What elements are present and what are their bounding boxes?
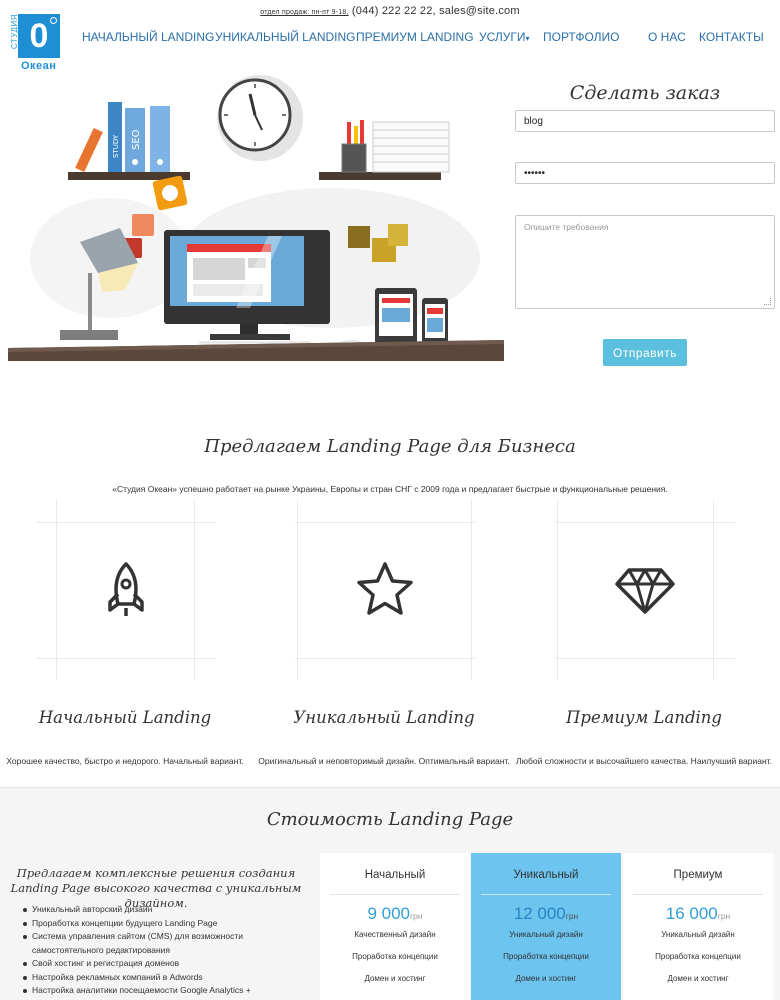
nav-item-about[interactable]: О НАС [648,30,686,44]
book-seo-label: SEO [131,129,142,150]
nav-item-services-label: УСЛУГИ [479,30,526,44]
plan-feature: Проработка концепции [352,952,438,961]
logo-mark: 0 [18,14,60,58]
pencil-cup-icon [341,120,367,173]
offer-section-title: Предлагаем Landing Page для Бизнеса [204,436,576,457]
tablet-icon [375,288,417,344]
card-text-unique: Оригинальный и неповторимый дизайн. Опти… [258,756,510,766]
card-title-basic: Начальный Landing [38,708,212,727]
order-form-title: Сделать заказ [569,82,721,104]
plan-basic[interactable]: Начальный 9 000грн Качественный дизайн П… [320,853,470,1000]
phone-number[interactable]: (044) 222 22 22, [352,5,436,17]
plan-feature: Домен и хостинг [515,974,577,983]
workspace-illustration: STUDY SEO [8,75,504,361]
offer-section-description: «Студия Океан» успешно работает на рынке… [112,484,668,494]
plan-price-value: 16 000 [665,904,718,923]
nav-item-basic-landing[interactable]: НАЧАЛЬНЫЙ LANDING [82,30,214,44]
star-icon [357,562,413,615]
contact-line: отдел продаж: пн-пт 9-18, (044) 222 22 2… [0,5,780,17]
nav-item-contacts[interactable]: КОНТАКТЫ [699,30,764,44]
paper-stack-icon [372,121,450,173]
email-link[interactable]: sales@site.com [439,5,520,17]
card-text-basic: Хорошее качество, быстро и недорого. Нач… [6,756,244,766]
plan-feature: Домен и хостинг [364,974,426,983]
books-icon: STUDY SEO [75,102,170,173]
plan-feature: Проработка концепции [655,952,741,961]
clock-icon [217,75,303,161]
requirements-textarea[interactable]: Опишите требования [515,215,775,309]
plan-price-value: 12 000 [513,904,566,923]
pricing-feature-list: Уникальный авторский дизайн Проработка к… [22,903,312,998]
plan-currency: грн [410,911,423,921]
logo[interactable]: СТУДИЯ 0 Океан [10,12,62,72]
plan-price-value: 9 000 [367,904,410,923]
diamond-icon [615,568,675,614]
submit-order-button[interactable]: Отправить [603,339,687,366]
list-item: Система управления сайтом (CMS) для возм… [22,930,312,957]
plan-feature: Уникальный дизайн [509,930,583,939]
plan-feature: Уникальный дизайн [661,930,735,939]
plan-feature: Проработка концепции [503,952,589,961]
list-item: Настройка рекламных компаний в Adwords [22,971,312,985]
plan-name: Премиум [673,869,723,881]
star-card [295,500,475,680]
book-study-label: STUDY [112,134,120,158]
nav-item-services[interactable]: УСЛУГИ▾ [479,30,530,44]
diamond-card [555,500,735,680]
rocket-icon [108,562,144,616]
rocket-card [36,500,216,680]
sales-hours-text: отдел продаж: пн-пт 9-18, [260,9,349,16]
list-item: Уникальный авторский дизайн [22,903,312,917]
plan-name: Уникальный [513,869,579,881]
desktop-monitor-icon [164,230,330,340]
plan-feature: Домен и хостинг [667,974,729,983]
plan-feature: Качественный дизайн [354,930,436,939]
plan-price: 12 000грн [471,904,621,924]
nav-item-premium-landing[interactable]: ПРЕМИУМ LANDING [356,30,474,44]
plan-currency: грн [717,911,731,921]
plan-price: 16 000грн [623,904,773,924]
nav-item-portfolio[interactable]: ПОРТФОЛИО [543,30,620,44]
card-title-unique: Уникальный Landing [293,708,475,727]
caret-down-icon: ▾ [525,34,530,43]
plan-currency: грн [565,911,579,921]
pricing-section-title: Стоимость Landing Page [266,809,514,830]
card-title-premium: Премиум Landing [566,708,722,727]
plan-name: Начальный [364,869,426,881]
plan-price: 9 000грн [320,904,470,924]
phone-icon [422,298,448,344]
password-input[interactable]: •••••• [515,162,775,184]
list-item: Свой хостинг и регистрация доменов [22,957,312,971]
plan-premium[interactable]: Премиум 16 000грн Уникальный дизайн Прор… [623,853,773,1000]
list-item: Проработка концепции будущего Landing Pa… [22,917,312,931]
nav-item-unique-landing[interactable]: УНИКАЛЬНЫЙ LANDING [215,30,356,44]
plan-unique[interactable]: Уникальный 12 000грн Уникальный дизайн П… [471,853,621,1000]
list-item: Настройка аналитики посещаемости Google … [22,984,312,998]
name-input[interactable]: blog [515,110,775,132]
card-text-premium: Любой сложности и высочайшего качества. … [516,756,772,766]
